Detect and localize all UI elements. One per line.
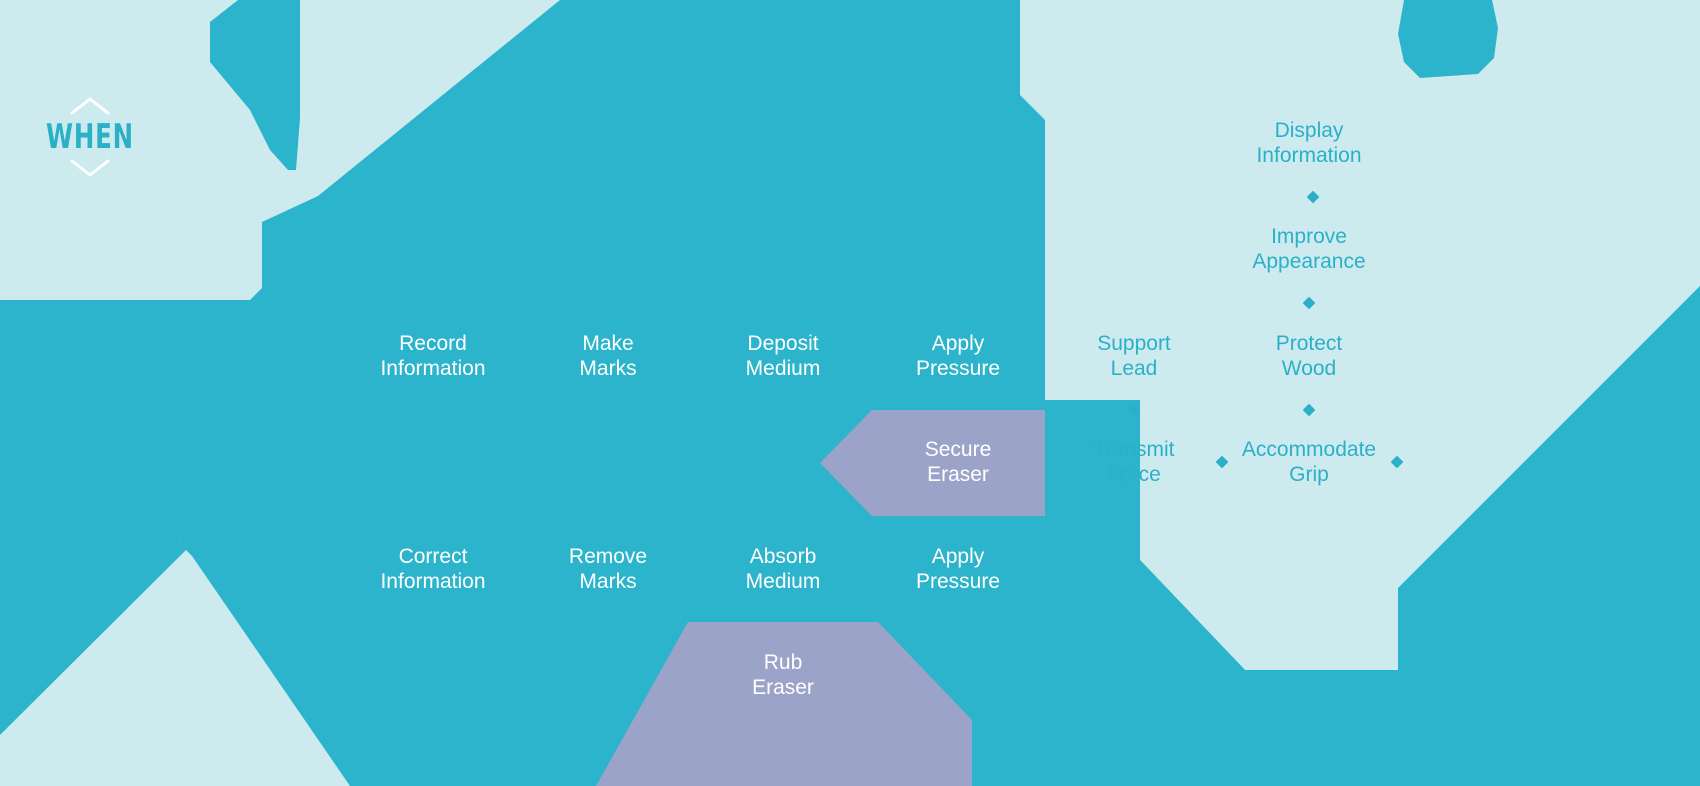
node-label-line1: Deposit: [747, 332, 819, 355]
function-node-deposit-medium[interactable]: Deposit Medium: [746, 331, 821, 381]
node-label-line2: Grip: [1289, 463, 1329, 486]
node-label-line2: Information: [1256, 144, 1362, 167]
node-label-line2: Pressure: [915, 570, 1001, 593]
node-label-line1: Absorb: [749, 545, 817, 568]
node-label-line1: Remove: [568, 545, 648, 568]
node-label-line2: Medium: [745, 570, 821, 593]
callout-label-rub-eraser[interactable]: Rub Eraser: [752, 650, 814, 700]
function-map-shapes: [0, 0, 1700, 786]
node-label-line1: Improve: [1271, 225, 1347, 248]
node-label-line1: Protect: [1275, 332, 1343, 355]
callout-label-secure-eraser[interactable]: Secure Eraser: [925, 437, 992, 487]
node-label-line1: Make: [582, 332, 634, 355]
node-label-line2: Appearance: [1252, 250, 1366, 273]
teal-island-upper-left: [210, 0, 300, 170]
teal-blob-top-right: [1398, 0, 1498, 78]
function-node-support-lead[interactable]: Support Lead: [1097, 331, 1171, 381]
function-node-absorb-medium[interactable]: Absorb Medium: [746, 544, 821, 594]
when-axis-label: WHEN: [46, 117, 134, 157]
node-label-line2: Marks: [579, 357, 637, 380]
node-label-line2: Marks: [579, 570, 637, 593]
node-label-line1: Transmit: [1093, 438, 1175, 461]
node-label-line2: Eraser: [927, 463, 989, 486]
when-axis-control[interactable]: WHEN: [30, 95, 150, 179]
function-node-improve-appearance[interactable]: Improve Appearance: [1252, 224, 1365, 274]
node-label-line2: Pressure: [915, 357, 1001, 380]
function-node-protect-wood[interactable]: Protect Wood: [1276, 331, 1343, 381]
function-node-record-information[interactable]: Record Information: [380, 331, 485, 381]
function-node-display-information[interactable]: Display Information: [1256, 118, 1361, 168]
function-node-remove-marks[interactable]: Remove Marks: [569, 544, 647, 594]
node-label-line2: Force: [1107, 463, 1161, 486]
node-label-line2: Information: [380, 570, 486, 593]
function-node-correct-information[interactable]: Correct Information: [380, 544, 485, 594]
diagram-canvas: WHEN Record Information Make Marks Deposit Me…: [0, 0, 1700, 786]
node-label-line1: Rub: [763, 651, 803, 674]
function-node-make-marks[interactable]: Make Marks: [579, 331, 636, 381]
teal-block-lower-right: [1045, 520, 1245, 786]
node-label-line1: Record: [399, 332, 467, 355]
node-label-line1: Accommodate: [1241, 438, 1377, 461]
node-label-line2: Wood: [1281, 357, 1337, 380]
function-node-accommodate-grip[interactable]: Accommodate Grip: [1242, 437, 1376, 487]
node-label-line2: Lead: [1110, 357, 1158, 380]
function-node-transmit-force[interactable]: Transmit Force: [1094, 437, 1175, 487]
node-label-line1: Apply: [931, 332, 985, 355]
node-label-line2: Information: [380, 357, 486, 380]
node-label-line2: Medium: [745, 357, 821, 380]
node-label-line1: Correct: [398, 545, 468, 568]
chevron-down-icon[interactable]: [30, 157, 150, 179]
node-label-line1: Apply: [931, 545, 985, 568]
function-node-apply-pressure-bottom[interactable]: Apply Pressure: [916, 544, 1000, 594]
chevron-up-icon[interactable]: [30, 95, 150, 117]
node-label-line1: Secure: [924, 438, 992, 461]
node-label-line1: Display: [1274, 119, 1344, 142]
node-label-line2: Eraser: [752, 676, 814, 699]
node-label-line1: Support: [1097, 332, 1171, 355]
function-node-apply-pressure-top[interactable]: Apply Pressure: [916, 331, 1000, 381]
